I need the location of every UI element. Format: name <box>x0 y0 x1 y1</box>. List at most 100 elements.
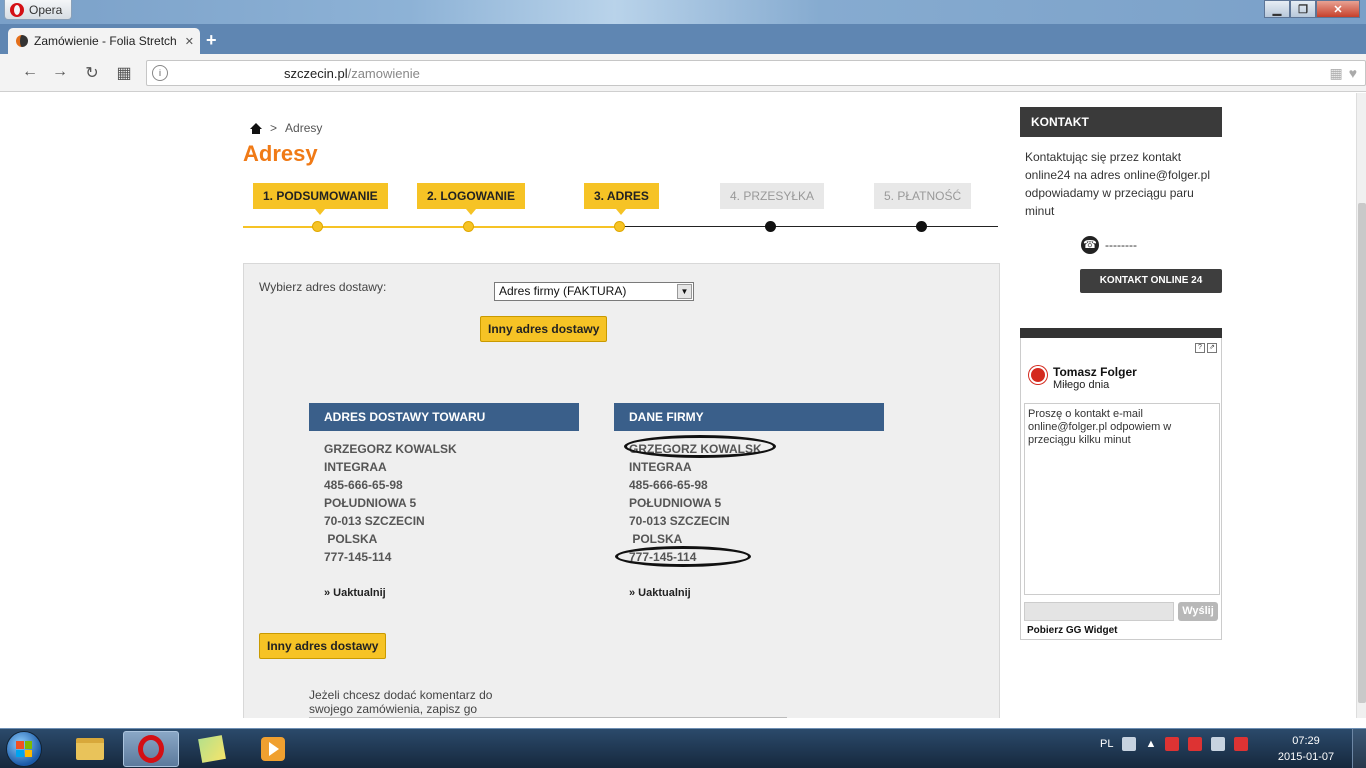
gg-widget: ? ⇗ Tomasz Folger Miłego dnia Proszę o k… <box>1020 338 1222 640</box>
gg-widget-download-link[interactable]: Pobierz GG Widget <box>1027 625 1117 636</box>
address-bar[interactable]: i szczecin.pl/zamowienie ▦ ♥ <box>146 60 1366 86</box>
navigation-bar: ← → ↻ ▦ i szczecin.pl/zamowienie ▦ ♥ <box>0 54 1366 92</box>
phone-icon: ☎ <box>1081 236 1099 254</box>
annotation-oval-name <box>624 435 776 458</box>
gg-status-flower-icon <box>1031 368 1045 382</box>
taskbar-explorer[interactable] <box>62 731 118 767</box>
back-icon[interactable]: ← <box>20 63 40 81</box>
breadcrumb-separator: > <box>270 121 278 135</box>
speed-dial-icon[interactable]: ▦ <box>114 63 134 83</box>
favicon-icon <box>16 35 28 47</box>
taskbar-media[interactable] <box>245 731 301 767</box>
system-tray: PL ▲ <box>1100 737 1249 751</box>
popout-icon[interactable]: ⇗ <box>1207 343 1217 353</box>
delivery-address-select[interactable]: Adres firmy (FAKTURA) ▼ <box>494 282 694 301</box>
site-info-icon[interactable]: i <box>152 65 168 81</box>
start-button[interactable] <box>6 731 42 767</box>
company-update-link[interactable]: » Uaktualnij <box>629 587 691 599</box>
breadcrumb-current: Adresy <box>285 121 323 135</box>
sticky-notes-icon <box>198 735 226 763</box>
step-login[interactable]: 2. LOGOWANIE <box>417 183 526 215</box>
bookmark-heart-icon[interactable]: ♥ <box>1349 65 1357 82</box>
chevron-down-icon[interactable]: ▼ <box>677 284 692 299</box>
page-scrollbar[interactable] <box>1356 93 1366 718</box>
opera-logo-icon <box>10 2 24 17</box>
phone-number: -------- <box>1105 238 1137 252</box>
address-panel: Wybierz adres dostawy: Adres firmy (FAKT… <box>243 263 1000 718</box>
keyboard-icon[interactable] <box>1122 737 1137 751</box>
gg-tools: ? ⇗ <box>1195 343 1217 353</box>
tab-active[interactable]: Zamówienie - Folia Stretch ✕ <box>8 28 200 54</box>
gg-contact-status: Miłego dnia <box>1053 379 1110 391</box>
help-icon[interactable]: ? <box>1195 343 1205 353</box>
gg-message-input[interactable] <box>1024 602 1174 621</box>
step-summary[interactable]: 1. PODSUMOWANIE <box>253 183 388 215</box>
comment-textarea-top[interactable] <box>309 717 787 718</box>
phone-row: ☎ -------- <box>1081 236 1137 254</box>
power-icon[interactable] <box>1188 737 1203 751</box>
close-window-button[interactable]: ✕ <box>1316 0 1360 18</box>
page-content: > Adresy Adresy 1. PODSUMOWANIE 2. LOGOW… <box>0 93 1356 718</box>
other-address-button-bottom[interactable]: Inny adres dostawy <box>259 633 387 659</box>
delivery-select-value: Adres firmy (FAKTURA) <box>499 284 627 298</box>
delivery-select-label: Wybierz adres dostawy: <box>259 280 387 294</box>
opera-menu-label: Opera <box>29 2 63 17</box>
taskbar-opera[interactable] <box>123 731 179 767</box>
clock-time: 07:29 <box>1292 735 1320 747</box>
action-center-icon[interactable] <box>1165 737 1180 751</box>
new-tab-button[interactable]: + <box>206 30 217 51</box>
speed-dial-small-icon[interactable]: ▦ <box>1329 65 1342 82</box>
step-dot-shipping <box>765 221 776 232</box>
checkout-steps: 1. PODSUMOWANIE 2. LOGOWANIE 3. ADRES 4.… <box>243 183 998 233</box>
progress-line-done <box>243 226 620 228</box>
taskbar: PL ▲ 07:29 2015-01-07 <box>0 728 1366 768</box>
clock[interactable]: 07:29 2015-01-07 <box>1276 733 1336 765</box>
window-titlebar: Opera ▁ ❐ ✕ <box>0 0 1366 24</box>
breadcrumb: > Adresy <box>250 121 322 135</box>
shipping-city: 70-013 SZCZECIN <box>324 514 425 528</box>
shipping-update-link[interactable]: » Uaktualnij <box>324 587 386 599</box>
network-icon[interactable] <box>1211 737 1226 751</box>
language-indicator[interactable]: PL <box>1100 738 1113 750</box>
company-data-heading: DANE FIRMY <box>614 403 884 431</box>
reload-icon[interactable]: ↻ <box>82 63 102 83</box>
shipping-address-heading: ADRES DOSTAWY TOWARU <box>309 403 579 431</box>
tab-strip: Zamówienie - Folia Stretch ✕ + <box>0 24 1366 54</box>
url-path: /zamowienie <box>347 66 420 81</box>
kontakt-text: Kontaktując się przez kontakt online24 n… <box>1025 150 1210 218</box>
forward-icon[interactable]: → <box>50 63 70 81</box>
windows-logo-icon <box>16 741 32 757</box>
company-city: 70-013 SZCZECIN <box>629 514 730 528</box>
gg-send-button[interactable]: Wyślij <box>1178 602 1218 621</box>
url-host: szczecin.pl <box>284 66 348 81</box>
step-dot-payment <box>916 221 927 232</box>
shipping-phone: 777-145-114 <box>324 550 392 564</box>
kontakt-online-button[interactable]: KONTAKT ONLINE 24 <box>1080 269 1222 293</box>
folder-icon <box>76 738 104 760</box>
shipping-country: POLSKA <box>324 532 378 546</box>
kontakt-heading: KONTAKT <box>1020 107 1222 137</box>
volume-icon[interactable] <box>1234 737 1249 751</box>
maximize-button[interactable]: ❐ <box>1290 0 1316 18</box>
tab-close-icon[interactable]: ✕ <box>185 35 200 48</box>
other-address-button-top[interactable]: Inny adres dostawy <box>480 316 608 342</box>
tray-expand-icon[interactable]: ▲ <box>1145 738 1156 750</box>
home-icon[interactable] <box>250 122 262 134</box>
company-street: POŁUDNIOWA 5 <box>629 496 722 510</box>
shipping-nip: 485-666-65-98 <box>324 478 403 492</box>
taskbar-sticky-notes[interactable] <box>184 731 240 767</box>
step-address[interactable]: 3. ADRES <box>584 183 659 215</box>
shipping-address-lines: GRZEGORZ KOWALSK INTEGRAA 485-666-65-98 … <box>324 440 457 566</box>
company-nip: 485-666-65-98 <box>629 478 708 492</box>
page-title: Adresy <box>243 141 318 166</box>
comment-instructions: Jeżeli chcesz dodać komentarz do swojego… <box>309 688 493 718</box>
opera-icon <box>138 735 164 763</box>
step-dot-address <box>614 221 625 232</box>
opera-menu-button[interactable]: Opera <box>4 0 72 20</box>
show-desktop-button[interactable] <box>1352 729 1366 768</box>
minimize-button[interactable]: ▁ <box>1264 0 1290 18</box>
step-dot-login <box>463 221 474 232</box>
gg-widget-bar <box>1020 328 1222 338</box>
step-payment: 5. PŁATNOŚĆ <box>874 183 972 209</box>
scrollbar-thumb[interactable] <box>1358 203 1366 703</box>
